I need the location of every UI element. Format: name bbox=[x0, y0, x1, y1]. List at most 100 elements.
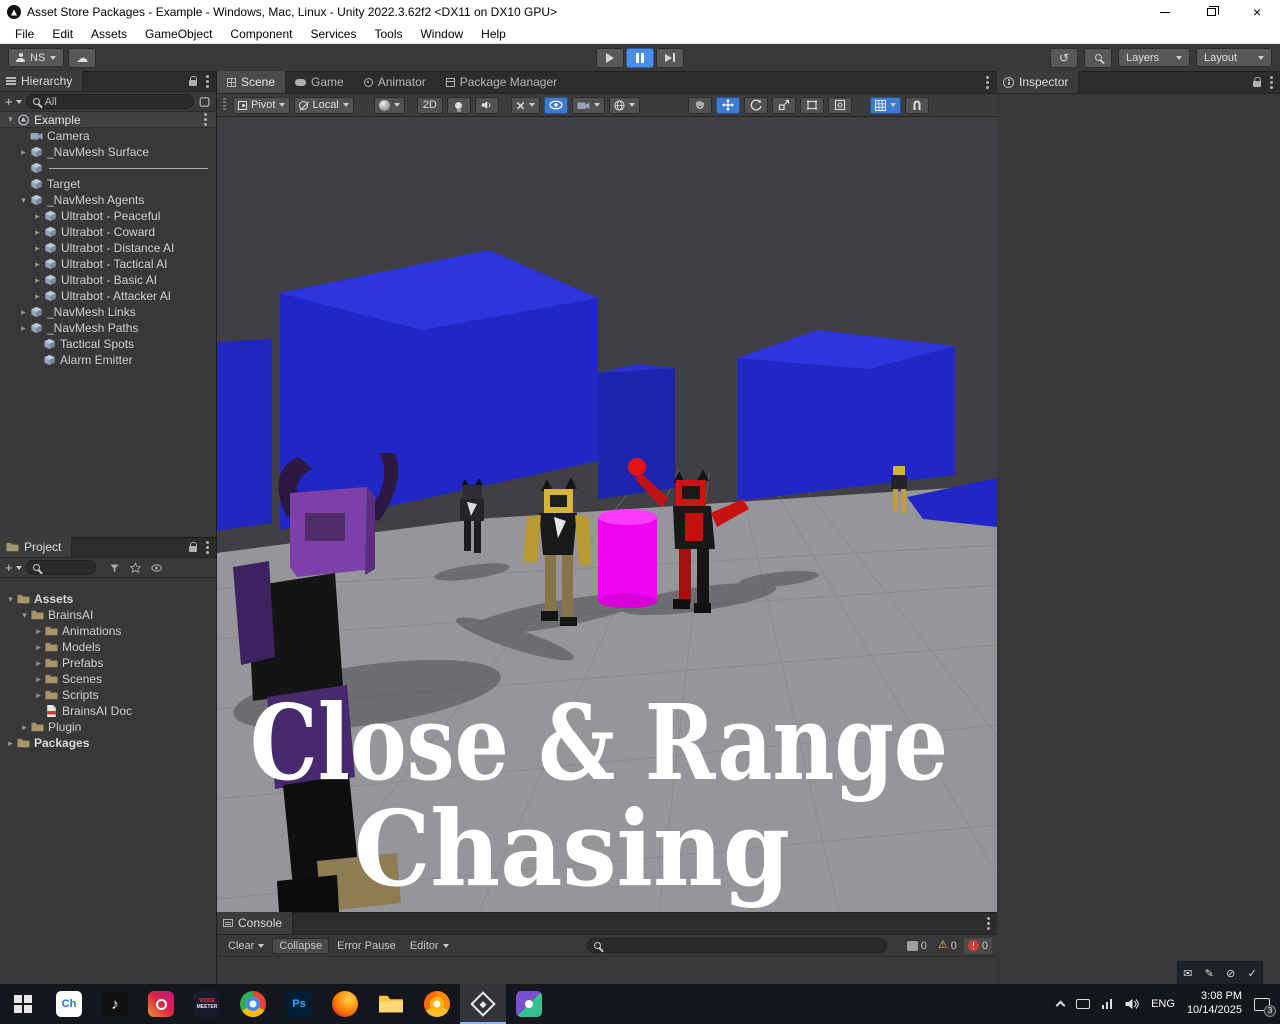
pause-button[interactable] bbox=[626, 47, 654, 68]
taskbar-app-music[interactable]: ♪ bbox=[92, 984, 138, 1024]
foldout-icon[interactable]: ▸ bbox=[31, 227, 44, 238]
info-count-toggle[interactable]: 0 bbox=[903, 938, 931, 954]
lock-icon[interactable] bbox=[189, 76, 197, 86]
hierarchy-item[interactable]: Tactical Spots bbox=[0, 336, 216, 352]
panel-menu-icon[interactable] bbox=[206, 80, 209, 83]
foldout-icon[interactable]: ▸ bbox=[17, 307, 30, 318]
panel-menu-icon[interactable] bbox=[986, 81, 989, 84]
taskbar-app-chrome-canary[interactable] bbox=[414, 984, 460, 1024]
cloud-button[interactable]: ☁ bbox=[68, 47, 97, 68]
panel-menu-icon[interactable] bbox=[987, 922, 990, 925]
project-item[interactable]: ▸ Scenes bbox=[0, 671, 216, 687]
rect-tool[interactable] bbox=[799, 96, 824, 114]
minimize-button[interactable] bbox=[1142, 0, 1188, 24]
gizmos-dropdown[interactable] bbox=[608, 96, 640, 114]
favorites-icon[interactable] bbox=[129, 561, 142, 574]
create-object-button[interactable]: + bbox=[5, 94, 22, 109]
hierarchy-item[interactable]: Camera bbox=[0, 128, 216, 144]
hierarchy-item[interactable]: ▸ _NavMesh Paths bbox=[0, 320, 216, 336]
hierarchy-item[interactable]: ▸ Ultrabot - Peaceful bbox=[0, 208, 216, 224]
menu-services[interactable]: Services bbox=[301, 27, 365, 41]
tray-overflow-icon-3[interactable]: ⊘ bbox=[1226, 967, 1235, 980]
taskbar-app-chrome[interactable] bbox=[230, 984, 276, 1024]
taskbar-app-firefox[interactable] bbox=[322, 984, 368, 1024]
tab-inspector[interactable]: Inspector bbox=[997, 71, 1080, 93]
layers-dropdown[interactable]: Layers bbox=[1118, 48, 1190, 67]
taskbar-app-file-explorer[interactable] bbox=[368, 984, 414, 1024]
language-indicator[interactable]: ENG bbox=[1151, 998, 1175, 1010]
start-button[interactable] bbox=[0, 984, 46, 1024]
foldout-icon[interactable]: ▸ bbox=[31, 275, 44, 286]
foldout-icon[interactable]: ▾ bbox=[4, 594, 17, 605]
foldout-icon[interactable]: ▸ bbox=[32, 690, 45, 701]
snap-toggle[interactable] bbox=[904, 96, 929, 114]
2d-toggle[interactable]: 2D bbox=[416, 96, 443, 114]
foldout-icon[interactable]: ▸ bbox=[4, 738, 17, 749]
search-by-type-icon[interactable] bbox=[108, 562, 121, 574]
close-button[interactable]: × bbox=[1234, 0, 1280, 24]
project-item[interactable]: ▸ Animations bbox=[0, 623, 216, 639]
menu-window[interactable]: Window bbox=[411, 27, 472, 41]
lock-icon[interactable] bbox=[1253, 77, 1261, 87]
foldout-icon[interactable]: ▸ bbox=[31, 259, 44, 270]
foldout-icon[interactable]: ▸ bbox=[17, 323, 30, 334]
collapse-button[interactable]: Collapse bbox=[272, 937, 330, 954]
scene-header-row[interactable]: ▾ Example bbox=[0, 112, 216, 128]
transform-tool[interactable] bbox=[827, 96, 852, 114]
project-item[interactable]: BrainsAI Doc bbox=[0, 703, 216, 719]
foldout-icon[interactable]: ▾ bbox=[18, 610, 31, 621]
layout-dropdown[interactable]: Layout bbox=[1196, 48, 1272, 67]
project-item[interactable]: ▾ Assets bbox=[0, 591, 216, 607]
menu-assets[interactable]: Assets bbox=[82, 27, 136, 41]
create-asset-button[interactable]: + bbox=[5, 560, 22, 575]
warning-count-toggle[interactable]: ⚠ 0 bbox=[934, 938, 961, 954]
tray-overflow-icon-1[interactable]: ✉ bbox=[1183, 967, 1192, 980]
toolbar-drag-handle[interactable] bbox=[223, 98, 226, 112]
scene-menu-icon[interactable] bbox=[204, 118, 207, 121]
tab-game[interactable]: Game bbox=[285, 71, 354, 93]
project-item[interactable]: ▸ Plugin bbox=[0, 719, 216, 735]
tray-expand-icon[interactable] bbox=[1055, 1000, 1066, 1011]
step-button[interactable] bbox=[656, 47, 684, 68]
scene-viewport[interactable]: Close & Range Chasing bbox=[217, 117, 997, 912]
project-item[interactable]: ▸ Prefabs bbox=[0, 655, 216, 671]
play-button[interactable] bbox=[596, 47, 624, 68]
maximize-button[interactable] bbox=[1188, 0, 1234, 24]
lighting-toggle[interactable] bbox=[446, 96, 471, 114]
pivot-dropdown[interactable]: Pivot bbox=[233, 96, 291, 114]
editor-dropdown[interactable]: Editor bbox=[404, 938, 455, 954]
scale-tool[interactable] bbox=[771, 96, 796, 114]
hierarchy-item[interactable]: ▸ _NavMesh Links bbox=[0, 304, 216, 320]
hierarchy-item[interactable]: ▸ Ultrabot - Attacker AI bbox=[0, 288, 216, 304]
tab-scene[interactable]: Scene bbox=[217, 71, 286, 93]
foldout-icon[interactable]: ▾ bbox=[17, 195, 30, 206]
account-button[interactable]: NS bbox=[8, 48, 65, 67]
menu-file[interactable]: File bbox=[6, 27, 43, 41]
error-pause-button[interactable]: Error Pause bbox=[331, 938, 402, 954]
touch-keyboard-icon[interactable] bbox=[1075, 999, 1090, 1009]
console-log-area[interactable] bbox=[217, 957, 997, 984]
hierarchy-item[interactable]: ▸ Ultrabot - Tactical AI bbox=[0, 256, 216, 272]
tab-package-manager[interactable]: Package Manager bbox=[436, 71, 567, 93]
audio-toggle[interactable] bbox=[474, 96, 499, 114]
scene-picking-icon[interactable] bbox=[198, 96, 211, 108]
hierarchy-item[interactable]: ▸ Ultrabot - Coward bbox=[0, 224, 216, 240]
project-item[interactable]: ▸ Scripts bbox=[0, 687, 216, 703]
panel-menu-icon[interactable] bbox=[206, 546, 209, 549]
taskbar-app-game[interactable] bbox=[506, 984, 552, 1024]
foldout-icon[interactable]: ▸ bbox=[31, 291, 44, 302]
taskbar-app-instagram[interactable] bbox=[138, 984, 184, 1024]
tab-console[interactable]: Console bbox=[217, 912, 294, 934]
hierarchy-item[interactable]: Alarm Emitter bbox=[0, 352, 216, 368]
hierarchy-item[interactable]: ▸ Ultrabot - Distance AI bbox=[0, 240, 216, 256]
lock-icon[interactable] bbox=[189, 542, 197, 552]
console-search-input[interactable] bbox=[586, 938, 887, 953]
search-button[interactable] bbox=[1084, 47, 1112, 68]
taskbar-app-photoshop[interactable]: Ps bbox=[276, 984, 322, 1024]
hierarchy-item[interactable]: ▸ Ultrabot - Basic AI bbox=[0, 272, 216, 288]
menu-gameobject[interactable]: GameObject bbox=[136, 27, 221, 41]
project-item[interactable]: ▸ Packages bbox=[0, 735, 216, 751]
foldout-icon[interactable]: ▸ bbox=[32, 642, 45, 653]
rotate-tool[interactable] bbox=[743, 96, 768, 114]
effects-dropdown[interactable] bbox=[510, 96, 540, 114]
